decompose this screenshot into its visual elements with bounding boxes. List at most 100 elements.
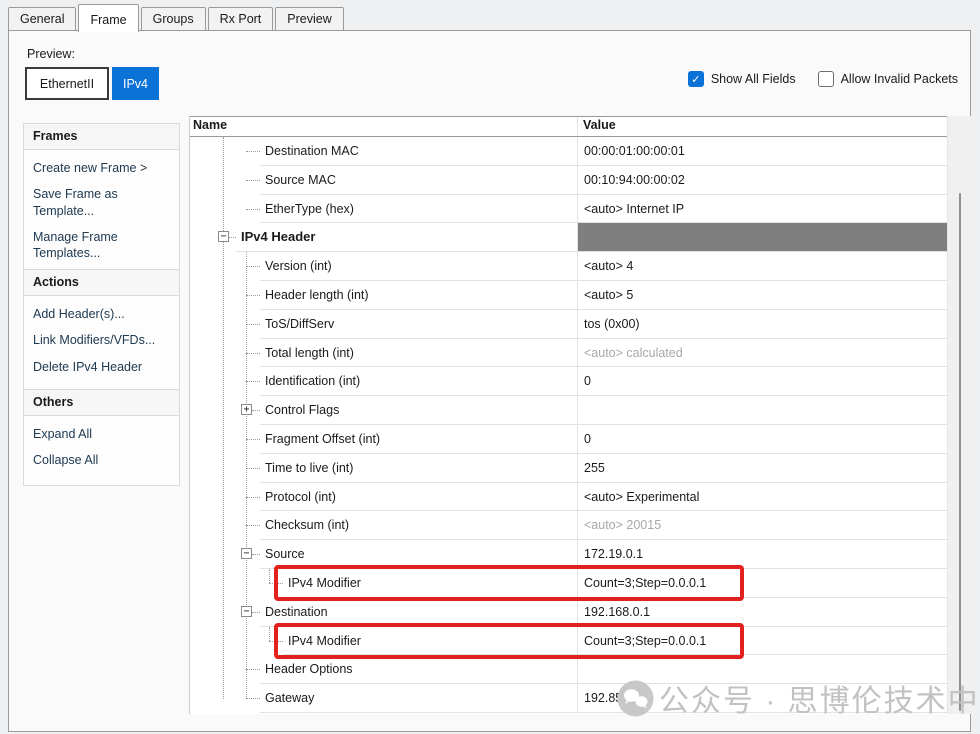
table-row[interactable]: IPv4 ModifierCount=3;Step=0.0.0.1 bbox=[190, 569, 970, 598]
field-value-cell[interactable]: <auto> 5 bbox=[577, 281, 947, 310]
tab-bar: GeneralFrameGroupsRx PortPreview bbox=[0, 0, 980, 31]
tree-branch-line bbox=[246, 180, 260, 181]
tab-frame[interactable]: Frame bbox=[78, 4, 138, 32]
field-value-cell[interactable]: tos (0x00) bbox=[577, 310, 947, 339]
field-name-cell[interactable]: Protocol (int) bbox=[260, 483, 577, 512]
tree-branch-line bbox=[246, 266, 260, 267]
field-name-cell[interactable]: IPv4 Header bbox=[236, 223, 577, 252]
preview-segment-ipv4[interactable]: IPv4 bbox=[112, 67, 159, 100]
table-row[interactable]: Header Options bbox=[190, 655, 970, 684]
field-name-cell[interactable]: Source bbox=[260, 540, 577, 569]
field-name-cell[interactable]: IPv4 Modifier bbox=[283, 627, 577, 656]
field-value-cell[interactable]: 0 bbox=[577, 425, 947, 454]
sidebar-item-collapse-all[interactable]: Collapse All bbox=[33, 452, 170, 468]
field-value-cell[interactable]: 255 bbox=[577, 454, 947, 483]
field-name-cell[interactable]: Total length (int) bbox=[260, 339, 577, 368]
sidebar-item-delete-ipv4-header[interactable]: Delete IPv4 Header bbox=[33, 359, 170, 375]
option-allow-invalid-packets[interactable]: Allow Invalid Packets bbox=[818, 71, 958, 87]
checked-checkbox[interactable]: ✓ bbox=[688, 71, 704, 87]
tab-groups[interactable]: Groups bbox=[141, 7, 206, 31]
tree-branch-line bbox=[269, 641, 283, 642]
field-name-cell[interactable]: Time to live (int) bbox=[260, 454, 577, 483]
collapse-toggle-icon[interactable]: − bbox=[241, 548, 252, 559]
column-divider bbox=[577, 117, 578, 136]
sidebar-item-expand-all[interactable]: Expand All bbox=[33, 426, 170, 442]
frame-fields-table: Name Value Destination MAC00:00:01:00:00… bbox=[189, 116, 970, 714]
unchecked-checkbox[interactable] bbox=[818, 71, 834, 87]
table-row[interactable]: Checksum (int)<auto> 20015 bbox=[190, 511, 970, 540]
field-name-cell[interactable]: Identification (int) bbox=[260, 367, 577, 396]
tree-branch-line bbox=[246, 209, 260, 210]
expand-toggle-icon[interactable]: + bbox=[241, 404, 252, 415]
vertical-scrollbar[interactable] bbox=[959, 193, 961, 711]
field-value-cell[interactable]: 00:10:94:00:00:02 bbox=[577, 166, 947, 195]
table-row[interactable]: Time to live (int)255 bbox=[190, 454, 970, 483]
table-row[interactable]: Control Flags + bbox=[190, 396, 970, 425]
field-value-cell[interactable]: 192.85.1.1 bbox=[577, 684, 947, 713]
column-header-value: Value bbox=[583, 118, 616, 132]
collapse-toggle-icon[interactable]: − bbox=[218, 231, 229, 242]
field-value-cell[interactable] bbox=[577, 223, 947, 252]
field-value-cell[interactable]: 0 bbox=[577, 367, 947, 396]
field-value-cell[interactable]: <auto> 4 bbox=[577, 252, 947, 281]
field-value-cell[interactable]: 172.19.0.1 bbox=[577, 540, 947, 569]
field-name-cell[interactable]: Destination bbox=[260, 598, 577, 627]
tab-preview[interactable]: Preview bbox=[275, 7, 343, 31]
table-row[interactable]: Fragment Offset (int)0 bbox=[190, 425, 970, 454]
tab-general[interactable]: General bbox=[8, 7, 76, 31]
field-value-cell[interactable]: 00:00:01:00:00:01 bbox=[577, 137, 947, 166]
table-row[interactable]: Destination MAC00:00:01:00:00:01 bbox=[190, 137, 970, 166]
collapse-toggle-icon[interactable]: − bbox=[241, 606, 252, 617]
table-header: Name Value bbox=[190, 116, 970, 137]
table-row[interactable]: Total length (int)<auto> calculated bbox=[190, 339, 970, 368]
table-row[interactable]: Destination192.168.0.1 − bbox=[190, 598, 970, 627]
tree-branch-stub bbox=[269, 569, 270, 583]
tree-branch-line bbox=[246, 295, 260, 296]
sidebar-group-body: Create new Frame > Save Frame as Template… bbox=[24, 150, 179, 277]
field-value-cell[interactable]: <auto> calculated bbox=[577, 339, 947, 368]
table-row[interactable]: ToS/DiffServtos (0x00) bbox=[190, 310, 970, 339]
table-row[interactable]: Identification (int)0 bbox=[190, 367, 970, 396]
sidebar-item-link-modifiers-vfds[interactable]: Link Modifiers/VFDs... bbox=[33, 332, 170, 348]
table-row[interactable]: IPv4 Header− bbox=[190, 223, 970, 252]
field-name-cell[interactable]: ToS/DiffServ bbox=[260, 310, 577, 339]
preview-segment-ethernetii[interactable]: EthernetII bbox=[25, 67, 109, 100]
tree-branch-line bbox=[252, 554, 260, 555]
table-row[interactable]: Gateway192.85.1.1 bbox=[190, 684, 970, 713]
field-name-cell[interactable]: IPv4 Modifier bbox=[283, 569, 577, 598]
field-name-cell[interactable]: Control Flags bbox=[260, 396, 577, 425]
field-name-cell[interactable]: Destination MAC bbox=[260, 137, 577, 166]
field-value-cell[interactable]: <auto> Internet IP bbox=[577, 195, 947, 224]
table-row[interactable]: EtherType (hex)<auto> Internet IP bbox=[190, 195, 970, 224]
field-name-cell[interactable]: EtherType (hex) bbox=[260, 195, 577, 224]
table-row[interactable]: Header length (int)<auto> 5 bbox=[190, 281, 970, 310]
sidebar-item-add-header-s[interactable]: Add Header(s)... bbox=[33, 306, 170, 322]
field-name-cell[interactable]: Source MAC bbox=[260, 166, 577, 195]
tree-branch-line bbox=[246, 439, 260, 440]
field-name-cell[interactable]: Fragment Offset (int) bbox=[260, 425, 577, 454]
table-row[interactable]: Protocol (int)<auto> Experimental bbox=[190, 483, 970, 512]
field-value-cell[interactable]: Count=3;Step=0.0.0.1 bbox=[577, 569, 947, 598]
field-name-cell[interactable]: Header Options bbox=[260, 655, 577, 684]
sidebar-item-manage-frame-templates[interactable]: Manage Frame Templates... bbox=[33, 229, 170, 262]
field-value-cell[interactable]: Count=3;Step=0.0.0.1 bbox=[577, 627, 947, 656]
table-row[interactable]: Source172.19.0.1 − bbox=[190, 540, 970, 569]
field-value-cell[interactable] bbox=[577, 396, 947, 425]
field-name-cell[interactable]: Header length (int) bbox=[260, 281, 577, 310]
tab-rx-port[interactable]: Rx Port bbox=[208, 7, 274, 31]
field-name-cell[interactable]: Version (int) bbox=[260, 252, 577, 281]
sidebar-item-create-new-frame[interactable]: Create new Frame > bbox=[33, 160, 170, 176]
field-value-cell[interactable]: <auto> 20015 bbox=[577, 511, 947, 540]
table-row[interactable]: Version (int)<auto> 4 bbox=[190, 252, 970, 281]
field-name-cell[interactable]: Gateway bbox=[260, 684, 577, 713]
sidebar-item-save-frame-as-template[interactable]: Save Frame as Template... bbox=[33, 186, 170, 219]
table-row[interactable]: Source MAC00:10:94:00:00:02 bbox=[190, 166, 970, 195]
field-name-cell[interactable]: Checksum (int) bbox=[260, 511, 577, 540]
field-value-cell[interactable]: <auto> Experimental bbox=[577, 483, 947, 512]
frame-editor-panel: Preview: EthernetII IPv4 ✓Show All Field… bbox=[8, 30, 971, 732]
table-row[interactable]: IPv4 ModifierCount=3;Step=0.0.0.1 bbox=[190, 627, 970, 656]
tree-branch-line bbox=[246, 669, 260, 670]
option-show-all-fields[interactable]: ✓Show All Fields bbox=[688, 71, 796, 87]
field-value-cell[interactable] bbox=[577, 655, 947, 684]
field-value-cell[interactable]: 192.168.0.1 bbox=[577, 598, 947, 627]
